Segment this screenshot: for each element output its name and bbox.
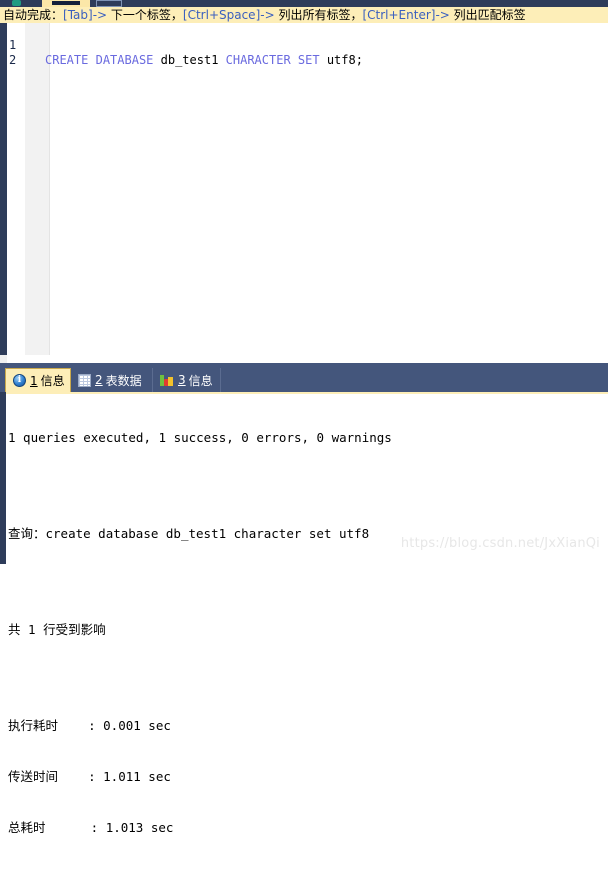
top-toolbar — [0, 0, 608, 7]
tab-label: 信息 — [188, 373, 213, 388]
hint-text-ctrl-enter: 列出匹配标签 — [449, 8, 526, 22]
line-code: CREATE DATABASE db_test1 CHARACTER SET u… — [45, 53, 363, 68]
code-line[interactable]: 2 — [7, 38, 608, 67]
sql-identifier: utf8; — [319, 53, 363, 67]
hint-prefix: 自动完成： — [3, 8, 64, 22]
editor-bottom-filler-inner — [7, 355, 608, 363]
tab-label: 表数据 — [105, 373, 142, 388]
sql-editor[interactable]: 1 CREATE DATABASE db_test1 CHARACTER SET… — [0, 23, 608, 363]
result-left-stripe — [0, 392, 6, 564]
result-spacer — [8, 480, 604, 491]
result-line-summary: 1 queries executed, 1 success, 0 errors,… — [8, 430, 392, 445]
result-log-text: 1 queries executed, 1 success, 0 errors,… — [8, 395, 604, 870]
editor-body[interactable]: 1 CREATE DATABASE db_test1 CHARACTER SET… — [7, 23, 608, 363]
tab-number: 3 — [178, 373, 186, 387]
sql-identifier: db_test1 — [153, 53, 226, 67]
sql-keyword: SET — [297, 53, 320, 67]
tab-label: 信息 — [40, 374, 65, 388]
hint-key-ctrl-space: [Ctrl+Space]-> — [182, 8, 275, 22]
colored-bars-icon — [160, 374, 174, 387]
toolbar-menu-dots[interactable] — [52, 1, 80, 5]
result-line-rows-affected: 共 1 行受到影响 — [8, 622, 106, 637]
sql-keyword: DATABASE — [95, 53, 154, 67]
tab-number: 2 — [95, 373, 103, 387]
sql-space — [88, 53, 95, 67]
sql-keyword: CHARACTER — [225, 53, 291, 67]
result-spacer — [8, 672, 604, 683]
info-icon: i — [13, 374, 26, 387]
editor-bottom-filler — [0, 355, 608, 363]
result-line-total-time: 总耗时 : 1.013 sec — [8, 820, 174, 835]
result-top-accent-line — [6, 392, 608, 394]
autocomplete-hint-bar: 自动完成：[Tab]-> 下一个标签，[Ctrl+Space]-> 列出所有标签… — [0, 7, 608, 23]
result-tab-strip: i 1 信息 2 表数据 3 信息 — [0, 368, 608, 392]
plus-green-icon[interactable] — [12, 0, 21, 6]
bar-yellow — [168, 376, 173, 386]
hint-text-ctrl-space: 列出所有标签， — [274, 8, 363, 22]
hint-key-tab: [Tab]-> — [63, 8, 108, 22]
hint-key-ctrl-enter: [Ctrl+Enter]-> — [362, 8, 450, 22]
watermark: https://blog.csdn.net/JxXianQi — [400, 536, 600, 551]
editor-left-stripe — [0, 23, 7, 363]
tab-number: 1 — [30, 373, 38, 388]
result-line-transfer-time: 传送时间 : 1.011 sec — [8, 769, 171, 784]
result-line-exec-time: 执行耗时 : 0.001 sec — [8, 718, 171, 733]
code-line[interactable]: 1 CREATE DATABASE db_test1 CHARACTER SET… — [7, 23, 608, 67]
line-number: 2 — [9, 53, 17, 67]
sql-space — [291, 53, 298, 67]
toolbar-box-icon[interactable] — [96, 0, 122, 7]
sql-keyword: CREATE — [45, 53, 89, 67]
hint-text-tab: 下一个标签， — [107, 8, 183, 22]
result-spacer — [8, 576, 604, 587]
table-grid-icon — [78, 373, 91, 387]
tab-table-data-2[interactable]: 2 表数据 — [71, 368, 153, 392]
tab-info-3[interactable]: 3 信息 — [153, 368, 221, 392]
tab-info-1[interactable]: i 1 信息 — [5, 368, 71, 392]
